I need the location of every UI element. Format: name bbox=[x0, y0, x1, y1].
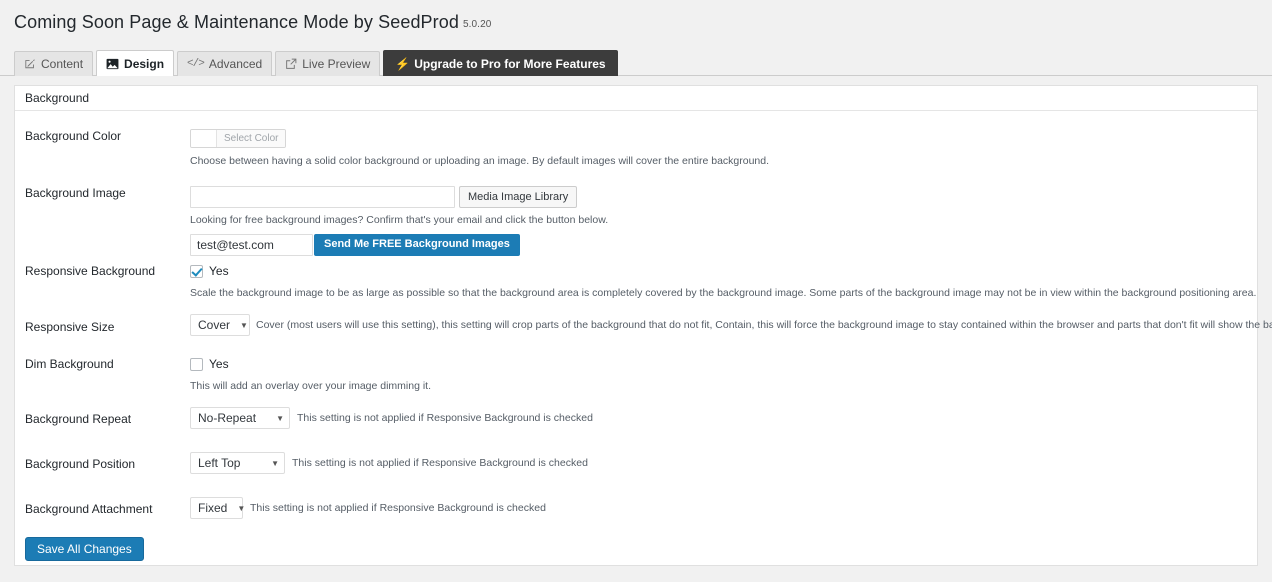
background-attachment-select[interactable]: Fixed ▼ bbox=[190, 497, 246, 519]
code-icon: </> bbox=[187, 57, 205, 70]
plugin-version: 5.0.20 bbox=[462, 19, 492, 30]
row-label: Background Position bbox=[25, 457, 136, 471]
row-label: Background Color bbox=[25, 129, 122, 143]
row-description: Scale the background image to be as larg… bbox=[190, 286, 1257, 299]
send-free-background-images-button[interactable]: Send Me FREE Background Images bbox=[314, 233, 520, 256]
media-image-library-button[interactable]: Media Image Library bbox=[459, 186, 578, 208]
save-all-changes-button[interactable]: Save All Changes bbox=[25, 537, 144, 561]
row-label: Responsive Size bbox=[25, 320, 115, 334]
select-value: No-Repeat bbox=[198, 411, 257, 425]
chevron-down-icon: ▼ bbox=[271, 458, 279, 468]
row-label: Background Repeat bbox=[25, 412, 132, 426]
page-title: Coming Soon Page & Maintenance Mode by S… bbox=[14, 12, 491, 33]
color-swatch bbox=[191, 130, 217, 147]
checkbox-label: Yes bbox=[209, 357, 229, 371]
tab-label: Design bbox=[124, 56, 165, 71]
responsive-size-select[interactable]: Cover ▼ bbox=[190, 314, 250, 336]
chevron-down-icon: ▼ bbox=[276, 413, 284, 423]
background-color-picker[interactable]: Select Color bbox=[190, 129, 287, 148]
row-label: Background Attachment bbox=[25, 502, 153, 516]
tab-bar: Content Design </> Advanced Live Preview… bbox=[0, 49, 1272, 76]
background-position-select[interactable]: Left Top ▼ bbox=[190, 452, 285, 474]
row-description: This will add an overlay over your image… bbox=[190, 379, 432, 392]
row-description: Cover (most users will use this setting)… bbox=[256, 319, 1272, 331]
row-description: This setting is not applied if Responsiv… bbox=[297, 412, 593, 424]
edit-icon bbox=[24, 58, 36, 70]
row-description: Choose between having a solid color back… bbox=[190, 155, 770, 167]
responsive-background-checkbox[interactable] bbox=[190, 264, 203, 278]
checkbox-label: Yes bbox=[209, 264, 229, 278]
image-icon bbox=[106, 58, 119, 70]
select-color-label: Select Color bbox=[217, 130, 286, 147]
row-description: Looking for free background images? Conf… bbox=[190, 214, 609, 226]
tab-advanced[interactable]: </> Advanced bbox=[177, 51, 273, 76]
tab-design[interactable]: Design bbox=[96, 50, 175, 76]
background-image-input[interactable] bbox=[190, 186, 455, 208]
section-title-text: Background bbox=[25, 91, 90, 105]
tab-label: Upgrade to Pro for More Features bbox=[414, 56, 606, 71]
row-description: This setting is not applied if Responsiv… bbox=[250, 502, 546, 514]
background-settings-panel: Background Background Color Select Color… bbox=[14, 85, 1272, 566]
responsive-background-checkbox-group[interactable]: Yes bbox=[190, 264, 229, 278]
row-label: Background Image bbox=[25, 186, 126, 200]
select-value: Cover bbox=[198, 318, 231, 332]
row-description: This setting is not applied if Responsiv… bbox=[292, 457, 588, 469]
section-title: Background bbox=[15, 86, 1257, 111]
tab-content[interactable]: Content bbox=[14, 51, 94, 76]
background-repeat-select[interactable]: No-Repeat ▼ bbox=[190, 407, 290, 429]
row-label: Dim Background bbox=[25, 357, 114, 371]
external-link-icon bbox=[285, 58, 297, 70]
select-value: Fixed bbox=[198, 501, 228, 515]
tab-label: Live Preview bbox=[302, 57, 371, 71]
select-value: Left Top bbox=[198, 456, 241, 470]
tab-label: Advanced bbox=[208, 57, 263, 71]
dim-background-checkbox-group[interactable]: Yes bbox=[190, 357, 229, 371]
tab-label: Content bbox=[41, 57, 84, 71]
tab-live-preview[interactable]: Live Preview bbox=[275, 51, 381, 76]
page-title-text: Coming Soon Page & Maintenance Mode by S… bbox=[14, 12, 459, 32]
row-label: Responsive Background bbox=[25, 264, 156, 278]
chevron-down-icon: ▼ bbox=[240, 320, 248, 330]
tab-upgrade-to-pro[interactable]: ⚡ Upgrade to Pro for More Features bbox=[383, 50, 618, 76]
dim-background-checkbox[interactable] bbox=[190, 357, 203, 371]
chevron-down-icon: ▼ bbox=[237, 503, 246, 513]
bolt-icon: ⚡ bbox=[395, 56, 411, 71]
free-images-email-input[interactable] bbox=[190, 233, 313, 256]
